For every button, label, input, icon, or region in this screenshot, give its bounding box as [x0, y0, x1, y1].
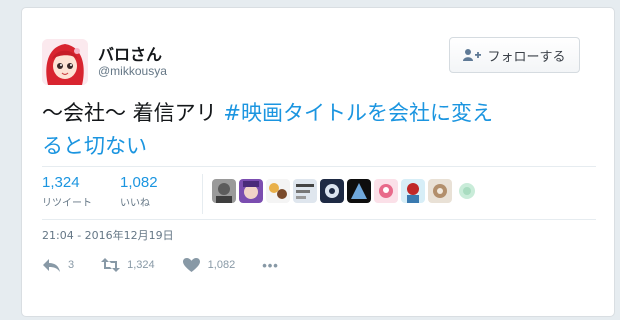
retweet-icon	[101, 258, 121, 272]
follow-button-label: フォローする	[487, 48, 566, 64]
tweet-actions: 3 1,324 1,082 •••	[42, 257, 306, 273]
liker-avatar[interactable]	[239, 179, 263, 203]
hashtag-text-line1: #映画タイトルを会社に変え	[223, 101, 493, 125]
tweet-text: 〜会社〜 着信アリ #映画タイトルを会社に変えると切ない	[42, 97, 592, 163]
retweet-label: リツイート	[42, 198, 92, 209]
more-button[interactable]: •••	[262, 258, 279, 273]
divider	[42, 219, 596, 220]
liker-avatar[interactable]	[347, 179, 371, 203]
user-handle[interactable]: @mikkousya	[98, 64, 167, 78]
like-count: 1,082	[120, 174, 158, 191]
follow-button[interactable]: フォローする	[449, 37, 580, 73]
retweet-action-count: 1,324	[127, 259, 155, 271]
like-label: いいね	[120, 198, 150, 209]
liker-avatar[interactable]	[212, 179, 236, 203]
user-name[interactable]: バロさん	[98, 41, 162, 65]
divider	[42, 166, 596, 167]
liker-avatar[interactable]	[374, 179, 398, 203]
add-user-icon	[463, 49, 482, 61]
liker-avatar[interactable]	[401, 179, 425, 203]
tweet-card: バロさん @mikkousya フォローする 〜会社〜 着信アリ #映画タイトル…	[21, 7, 615, 317]
retweet-count: 1,324	[42, 174, 80, 191]
retweet-button[interactable]: 1,324	[101, 257, 155, 273]
hashtag-text-line2: ると切ない	[42, 134, 147, 158]
like-stat[interactable]: 1,082 いいね	[120, 174, 158, 209]
like-action-count: 1,082	[207, 259, 236, 271]
liker-avatar[interactable]	[455, 179, 479, 203]
heart-icon	[182, 258, 200, 272]
reply-icon	[43, 259, 60, 272]
liker-avatar[interactable]	[266, 179, 290, 203]
reply-count: 3	[68, 259, 75, 271]
avatar[interactable]	[42, 39, 88, 85]
stat-separator	[202, 174, 203, 214]
tweet-text-plain: 〜会社〜 着信アリ	[42, 101, 224, 125]
like-button[interactable]: 1,082	[182, 257, 236, 273]
liker-avatar[interactable]	[293, 179, 317, 203]
reply-button[interactable]: 3	[42, 257, 74, 273]
more-icon: •••	[262, 257, 279, 273]
liker-avatar[interactable]	[320, 179, 344, 203]
tweet-timestamp[interactable]: 21:04 - 2016年12月19日	[42, 227, 174, 243]
liker-avatars	[212, 179, 479, 203]
retweet-stat[interactable]: 1,324 リツイート	[42, 174, 92, 209]
liker-avatar[interactable]	[428, 179, 452, 203]
